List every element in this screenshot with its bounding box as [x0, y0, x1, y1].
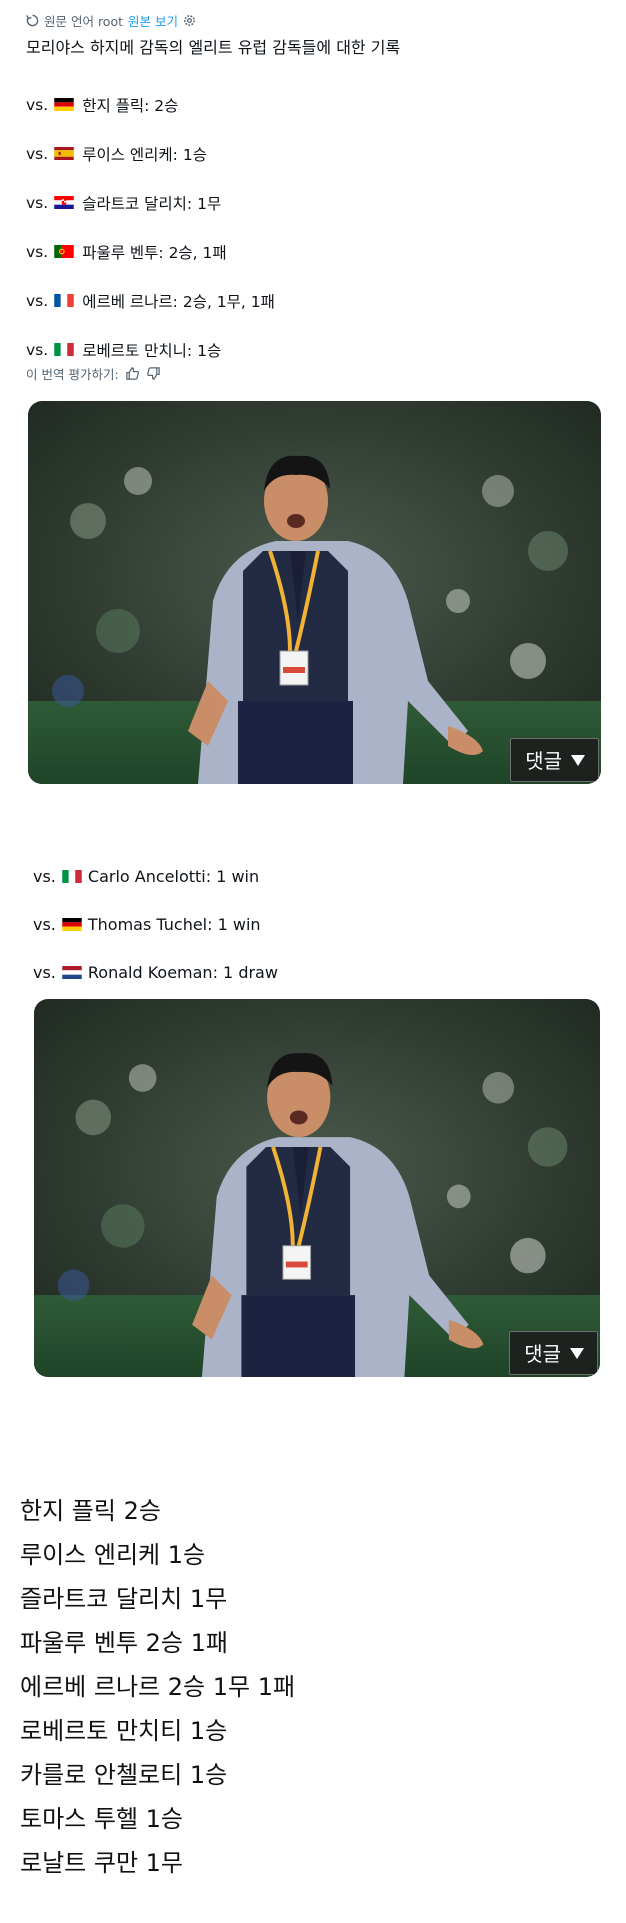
croatia-flag-icon	[54, 196, 74, 209]
summary-item: 로날트 쿠만 1무	[20, 1848, 184, 1877]
vs-label: vs.	[26, 193, 49, 212]
rate-translation: 이 번역 평가하기:	[26, 364, 161, 383]
summary-item: 카를로 안첼로티 1승	[20, 1760, 228, 1789]
coach-photo-image	[28, 401, 601, 784]
vs-label: vs.	[33, 962, 56, 982]
spain-flag-icon	[54, 147, 74, 160]
record-text: 한지 플릭: 2승	[82, 96, 179, 115]
triangle-down-icon	[570, 753, 586, 767]
rate-translation-label: 이 번역 평가하기:	[26, 367, 119, 382]
vs-label: vs.	[33, 866, 56, 886]
summary-item: 한지 플릭 2승	[20, 1496, 161, 1525]
comment-button-label: 댓글	[525, 749, 562, 773]
record-text: 로베르토 만치니: 1승	[82, 341, 222, 360]
netherlands-flag-icon	[62, 966, 82, 979]
italy-flag-icon	[62, 870, 82, 883]
list-item: vs. Thomas Tuchel: 1 win	[33, 900, 278, 948]
comment-button-label: 댓글	[524, 1342, 561, 1366]
list-item: vs. 파울루 벤투: 2승, 1패	[26, 227, 275, 276]
summary-item: 로베르토 만치티 1승	[20, 1716, 228, 1745]
record-text: Ronald Koeman: 1 draw	[87, 962, 278, 982]
list-item: vs. 슬라트코 달리치: 1무	[26, 178, 275, 227]
triangle-down-icon	[569, 1346, 585, 1360]
thumbs-down-icon[interactable]	[146, 366, 161, 381]
post-title: 모리야스 하지메 감독의 엘리트 유럽 감독들에 대한 기록	[26, 38, 401, 57]
vs-label: vs.	[26, 340, 49, 359]
list-item: vs. 에르베 르나르: 2승, 1무, 1패	[26, 276, 275, 325]
list-item: vs. 한지 플릭: 2승	[26, 80, 275, 129]
thumbs-up-icon[interactable]	[125, 366, 140, 381]
france-flag-icon	[54, 294, 74, 307]
list-item: vs. 루이스 엔리케: 1승	[26, 129, 275, 178]
summary-item: 루이스 엔리케 1승	[20, 1540, 206, 1569]
vs-label: vs.	[33, 914, 56, 934]
comment-button[interactable]: 댓글	[510, 738, 599, 782]
coach-photo: 댓글	[34, 999, 600, 1377]
comment-button[interactable]: 댓글	[509, 1331, 598, 1375]
germany-flag-icon	[54, 98, 74, 111]
list-item: vs. Ronald Koeman: 1 draw	[33, 948, 278, 996]
list-item: vs. Carlo Ancelotti: 1 win	[33, 852, 278, 900]
record-text: 에르베 르나르: 2승, 1무, 1패	[82, 292, 275, 311]
summary-item: 즐라트코 달리치 1무	[20, 1584, 228, 1613]
summary-list: 한지 플릭 2승 루이스 엔리케 1승 즐라트코 달리치 1무 파울루 벤투 2…	[20, 1486, 295, 1882]
vs-label: vs.	[26, 291, 49, 310]
record-list: vs. 한지 플릭: 2승 vs. 루이스 엔리케: 1승 vs. 슬라트코 달…	[26, 80, 275, 374]
english-record-list: vs. Carlo Ancelotti: 1 win vs. Thomas Tu…	[33, 852, 278, 996]
record-text: Carlo Ancelotti: 1 win	[87, 866, 260, 886]
record-text: 파울루 벤투: 2승, 1패	[82, 243, 227, 262]
coach-photo: 댓글	[28, 401, 601, 784]
gear-icon[interactable]	[183, 14, 196, 27]
record-text: Thomas Tuchel: 1 win	[87, 914, 261, 934]
summary-item: 파울루 벤투 2승 1패	[20, 1628, 228, 1657]
translate-icon	[26, 14, 39, 27]
coach-photo-image	[34, 999, 600, 1377]
record-text: 루이스 엔리케: 1승	[82, 145, 207, 164]
summary-item: 토마스 투헬 1승	[20, 1804, 184, 1833]
italy-flag-icon	[54, 343, 74, 356]
source-language-label: 원문 언어 root	[44, 13, 124, 29]
vs-label: vs.	[26, 242, 49, 261]
vs-label: vs.	[26, 144, 49, 163]
summary-item: 에르베 르나르 2승 1무 1패	[20, 1672, 296, 1701]
record-text: 슬라트코 달리치: 1무	[82, 194, 222, 213]
germany-flag-icon	[62, 918, 82, 931]
portugal-flag-icon	[54, 245, 74, 258]
view-original-link[interactable]: 원본 보기	[128, 11, 178, 30]
translation-bar: 원문 언어 root 원본 보기	[26, 10, 196, 30]
vs-label: vs.	[26, 95, 49, 114]
